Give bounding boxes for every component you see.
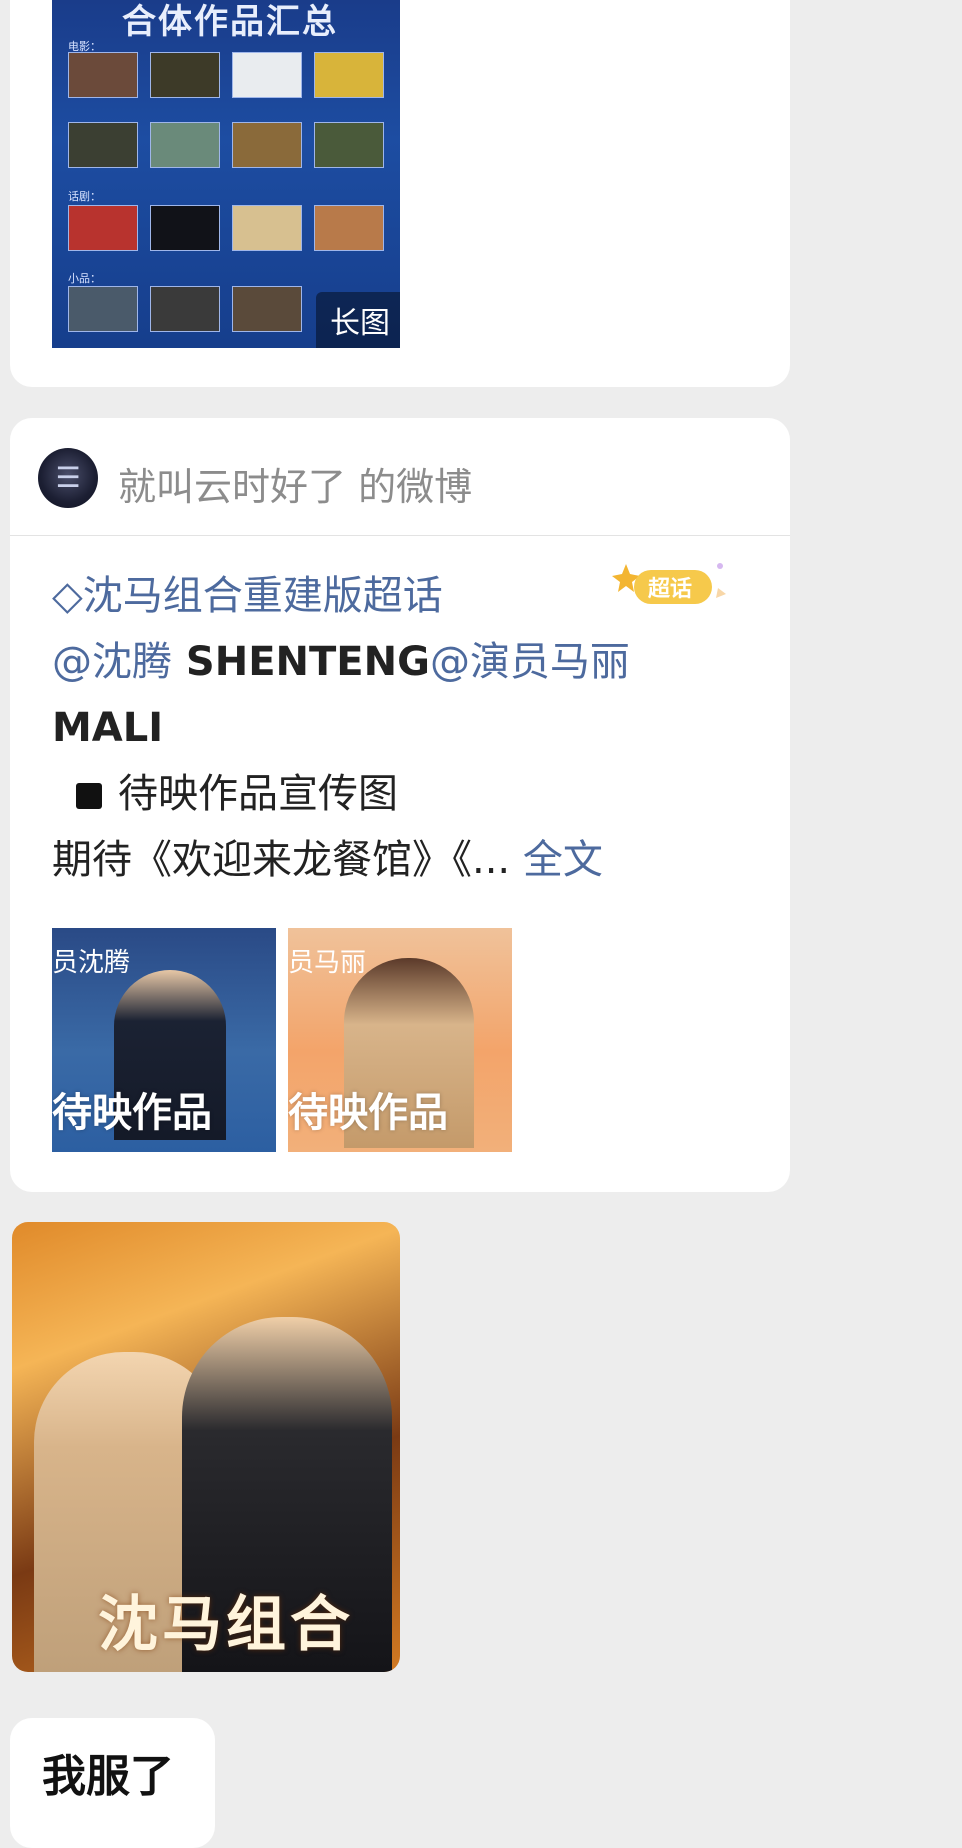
- photo-2-label: 待映作品: [288, 1090, 448, 1136]
- drama-thumb: [314, 205, 384, 251]
- weibo-share-card[interactable]: ☰ 就叫云时好了 的微博 超话 ◇沈马组合重建版超话 @沈腾 SHENTENG@…: [10, 418, 790, 1192]
- film-thumb: [150, 122, 220, 168]
- message-text: 我服了: [42, 1751, 174, 1802]
- long-image-title: 合体作品汇总: [122, 2, 338, 42]
- weibo-body: ◇沈马组合重建版超话 @沈腾 SHENTENG@演员马丽 MALI 待映作品宣传…: [52, 563, 772, 893]
- mention-mali-name: MALI: [52, 705, 164, 751]
- message-bubble[interactable]: 我服了: [10, 1718, 215, 1848]
- mention-line: @沈腾 SHENTENG@演员马丽: [52, 629, 772, 695]
- sketch-thumb: [232, 286, 302, 332]
- post-line-4: 期待《欢迎来龙餐馆》《... 全文: [52, 837, 603, 883]
- poster-image[interactable]: 沈马组合: [12, 1222, 400, 1672]
- diamond-icon: ◇: [52, 573, 83, 619]
- weibo-source: 就叫云时好了 的微博: [118, 465, 473, 509]
- mention-mali[interactable]: @演员马丽: [430, 639, 630, 685]
- long-image-section-drama: 话剧：: [68, 190, 101, 203]
- long-image[interactable]: 合体作品汇总 电影： 话剧： 小品： 长图: [52, 0, 400, 348]
- long-image-badge: 长图: [316, 292, 400, 348]
- sketch-thumb: [68, 286, 138, 332]
- full-text-link[interactable]: 全文: [523, 837, 603, 883]
- film-thumb: [314, 122, 384, 168]
- mention-shenteng[interactable]: @沈腾: [52, 639, 172, 685]
- supertopic-line[interactable]: ◇沈马组合重建版超话: [52, 563, 772, 629]
- supertopic-link[interactable]: 沈马组合重建版超话: [83, 573, 443, 619]
- avatar[interactable]: ☰: [38, 448, 98, 508]
- film-thumb: [68, 122, 138, 168]
- sketch-thumb: [150, 286, 220, 332]
- poster-title: 沈马组合: [98, 1590, 354, 1660]
- weibo-header[interactable]: ☰ 就叫云时好了 的微博: [10, 418, 790, 536]
- film-thumb: [232, 52, 302, 98]
- post-line-3: 待映作品宣传图: [52, 761, 772, 827]
- drama-thumb: [232, 205, 302, 251]
- photo-2-top-label: 员马丽: [288, 948, 367, 978]
- film-thumb: [68, 52, 138, 98]
- weibo-photo-1[interactable]: 员沈腾 待映作品: [52, 928, 276, 1152]
- photo-1-top-label: 员沈腾: [52, 948, 131, 978]
- film-thumb: [150, 52, 220, 98]
- film-thumb: [314, 52, 384, 98]
- black-square-icon: [76, 783, 102, 809]
- photo-1-label: 待映作品: [52, 1090, 212, 1136]
- drama-thumb: [150, 205, 220, 251]
- long-image-card[interactable]: 合体作品汇总 电影： 话剧： 小品： 长图: [10, 0, 790, 387]
- mention-shenteng-name: SHENTENG: [172, 639, 430, 685]
- drama-thumb: [68, 205, 138, 251]
- long-image-section-sketch: 小品：: [68, 272, 101, 285]
- avatar-glyph-icon: ☰: [55, 461, 81, 494]
- weibo-photo-2[interactable]: 员马丽 待映作品: [288, 928, 512, 1152]
- film-thumb: [232, 122, 302, 168]
